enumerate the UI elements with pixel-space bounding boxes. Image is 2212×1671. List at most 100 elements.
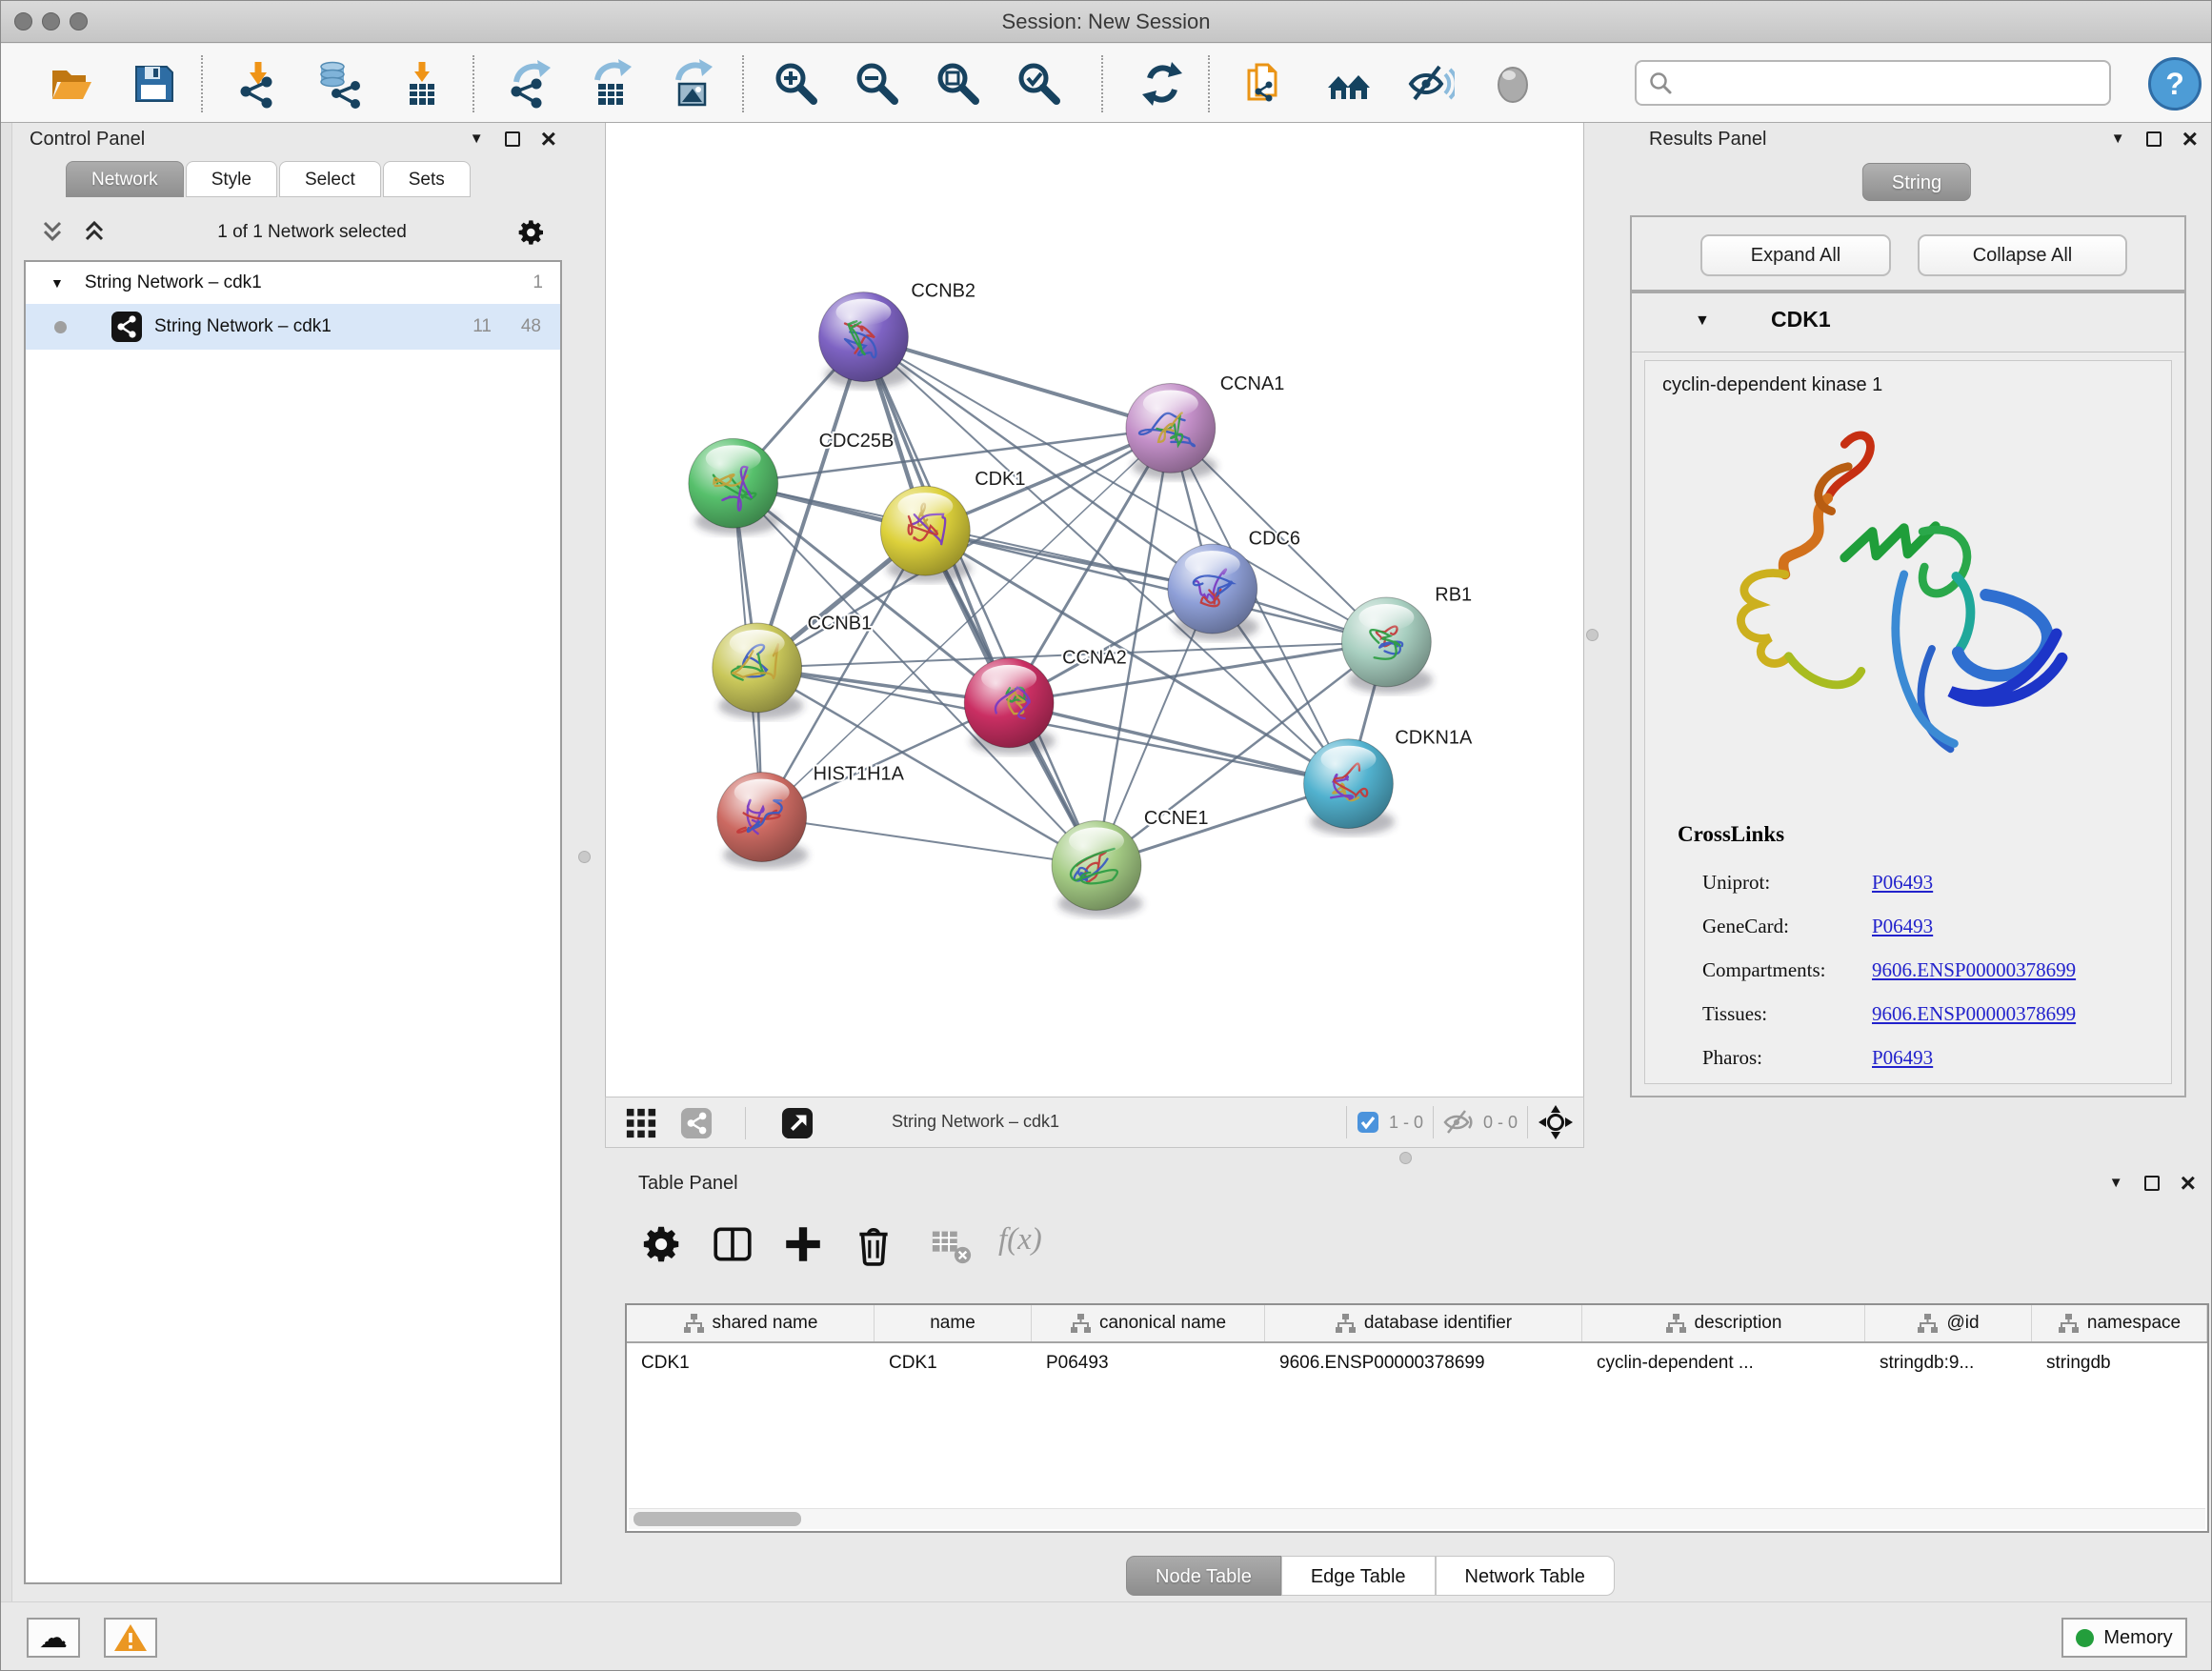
tab-node-table[interactable]: Node Table [1126, 1556, 1281, 1596]
appearance-button[interactable] [1487, 58, 1538, 110]
memory-button[interactable]: Memory [2061, 1618, 2187, 1658]
zoom-fit-button[interactable] [933, 58, 984, 110]
expand-all-icon[interactable] [81, 219, 108, 246]
add-column-plus-icon[interactable] [781, 1222, 825, 1266]
birdseye-crosshair-icon[interactable] [1538, 1104, 1574, 1140]
hide-unhide-button[interactable] [1404, 58, 1456, 110]
crosslink-link[interactable]: 9606.ENSP00000378699 [1872, 1002, 2076, 1026]
column-header-name[interactable]: name [875, 1305, 1032, 1341]
network-collection-row[interactable]: ▼ String Network – cdk1 1 [26, 262, 560, 304]
tab-select[interactable]: Select [279, 161, 381, 197]
panel-float-icon[interactable] [2146, 131, 2162, 147]
column-header-canonical-name[interactable]: canonical name [1032, 1305, 1265, 1341]
cloud-button[interactable]: ☁ [27, 1618, 80, 1658]
bottom-splitter-handle[interactable] [1399, 1152, 1412, 1164]
node-CDC6[interactable]: CDC6 [1168, 529, 1300, 640]
table-hscroll-thumb[interactable] [633, 1512, 801, 1526]
delete-table-icon[interactable] [930, 1222, 974, 1266]
left-splitter-handle[interactable] [578, 851, 591, 863]
warnings-button[interactable] [104, 1618, 157, 1658]
delete-column-trash-icon[interactable] [852, 1222, 895, 1266]
zoom-in-button[interactable] [771, 58, 822, 110]
tab-style[interactable]: Style [186, 161, 277, 197]
expand-all-button[interactable]: Expand All [1700, 234, 1891, 276]
import-network-database-button[interactable] [312, 58, 364, 110]
network-view-canvas[interactable]: CCNB2CCNA1CDC25BCDK1CDC6RB1CCNB1CCNA2CDK… [605, 123, 1584, 1097]
edge-CCNB2-CCNA1[interactable] [863, 337, 1170, 429]
import-network-file-button[interactable] [232, 58, 284, 110]
share-document-button[interactable] [1240, 58, 1292, 110]
panel-float-icon[interactable] [505, 131, 520, 147]
show-columns-icon[interactable] [711, 1222, 754, 1266]
import-network-icon [233, 59, 283, 109]
export-image-button[interactable] [666, 58, 717, 110]
panel-close-icon[interactable]: × [541, 131, 556, 147]
results-panel-title: Results Panel [1649, 129, 1766, 151]
panel-close-icon[interactable]: × [2181, 1176, 2196, 1191]
grid-view-icon[interactable] [625, 1107, 657, 1139]
detach-view-icon[interactable] [781, 1107, 814, 1139]
table-row[interactable]: CDK1CDK1P064939606.ENSP00000378699cyclin… [627, 1343, 2207, 1383]
column-header-shared-name[interactable]: shared name [627, 1305, 875, 1341]
tree-expander-icon[interactable]: ▼ [50, 275, 64, 291]
open-session-button[interactable] [46, 58, 97, 110]
gene-header-row[interactable]: ▼ CDK1 [1632, 293, 2184, 352]
export-network-button[interactable] [504, 58, 555, 110]
panel-menu-icon[interactable]: ▼ [2111, 131, 2125, 147]
column-header-database-identifier[interactable]: database identifier [1265, 1305, 1582, 1341]
node-RB1[interactable]: RB1 [1341, 585, 1472, 694]
help-button[interactable]: ? [2148, 57, 2202, 111]
collapse-all-icon[interactable] [39, 219, 66, 246]
refresh-button[interactable] [1136, 58, 1188, 110]
crosslink-link[interactable]: P06493 [1872, 871, 1933, 895]
edge-CCNA2-CDKN1A[interactable] [1009, 703, 1348, 784]
panel-float-icon[interactable] [2144, 1176, 2160, 1191]
panel-menu-icon[interactable]: ▼ [2109, 1175, 2123, 1191]
right-splitter-handle[interactable] [1586, 629, 1599, 641]
node-HIST1H1A[interactable]: HIST1H1A [717, 763, 905, 868]
crosslink-link[interactable]: 9606.ENSP00000378699 [1872, 958, 2076, 982]
selected-checkbox-icon[interactable] [1357, 1111, 1379, 1134]
column-header-id[interactable]: @id [1865, 1305, 2032, 1341]
zoom-selected-button[interactable] [1014, 58, 1065, 110]
zoom-out-button[interactable] [852, 58, 903, 110]
export-table-button[interactable] [585, 58, 636, 110]
search-input[interactable] [1682, 71, 2098, 95]
network-graph[interactable]: CCNB2CCNA1CDC25BCDK1CDC6RB1CCNB1CCNA2CDK… [606, 123, 1583, 1097]
window-close-button[interactable] [14, 12, 32, 30]
crosslink-link[interactable]: P06493 [1872, 915, 1933, 938]
node-CDKN1A[interactable]: CDKN1A [1304, 727, 1473, 835]
gene-expander-icon[interactable]: ▼ [1695, 312, 1710, 330]
column-header-description[interactable]: description [1582, 1305, 1865, 1341]
window-minimize-button[interactable] [42, 12, 60, 30]
function-builder-button[interactable]: f(x) [998, 1222, 1042, 1258]
tab-network[interactable]: Network [66, 161, 184, 197]
home-button[interactable] [1323, 58, 1375, 110]
node-CCNA2[interactable]: CCNA2 [964, 648, 1126, 755]
collapse-all-button[interactable]: Collapse All [1918, 234, 2127, 276]
column-header-namespace[interactable]: namespace [2032, 1305, 2207, 1341]
edge-HIST1H1A-CCNE1[interactable] [762, 817, 1096, 866]
panel-menu-icon[interactable]: ▼ [470, 131, 484, 147]
node-CDC25B[interactable]: CDC25B [689, 431, 894, 534]
memory-label: Memory [2103, 1627, 2172, 1649]
tab-sets[interactable]: Sets [383, 161, 471, 197]
window-zoom-button[interactable] [70, 12, 88, 30]
toolbar-separator [745, 1107, 746, 1139]
panel-close-icon[interactable]: × [2182, 131, 2198, 147]
import-table-button[interactable] [396, 58, 448, 110]
edge-CCNB2-CCNE1[interactable] [863, 337, 1096, 866]
help-icon: ? [2165, 67, 2184, 101]
save-session-button[interactable] [128, 58, 179, 110]
tab-network-table[interactable]: Network Table [1436, 1556, 1615, 1596]
hidden-eye-slash-icon[interactable] [1443, 1108, 1474, 1137]
network-view-icon[interactable] [680, 1107, 713, 1139]
gear-icon[interactable] [516, 217, 547, 248]
table-settings-gear-icon[interactable] [640, 1222, 684, 1266]
tab-edge-table[interactable]: Edge Table [1281, 1556, 1436, 1596]
network-row-selected[interactable]: String Network – cdk1 11 48 [26, 304, 560, 350]
tab-string[interactable]: String [1862, 163, 1971, 201]
node-CCNB2[interactable]: CCNB2 [819, 280, 975, 388]
node-CCNA1[interactable]: CCNA1 [1126, 373, 1284, 479]
crosslink-link[interactable]: P06493 [1872, 1046, 1933, 1070]
